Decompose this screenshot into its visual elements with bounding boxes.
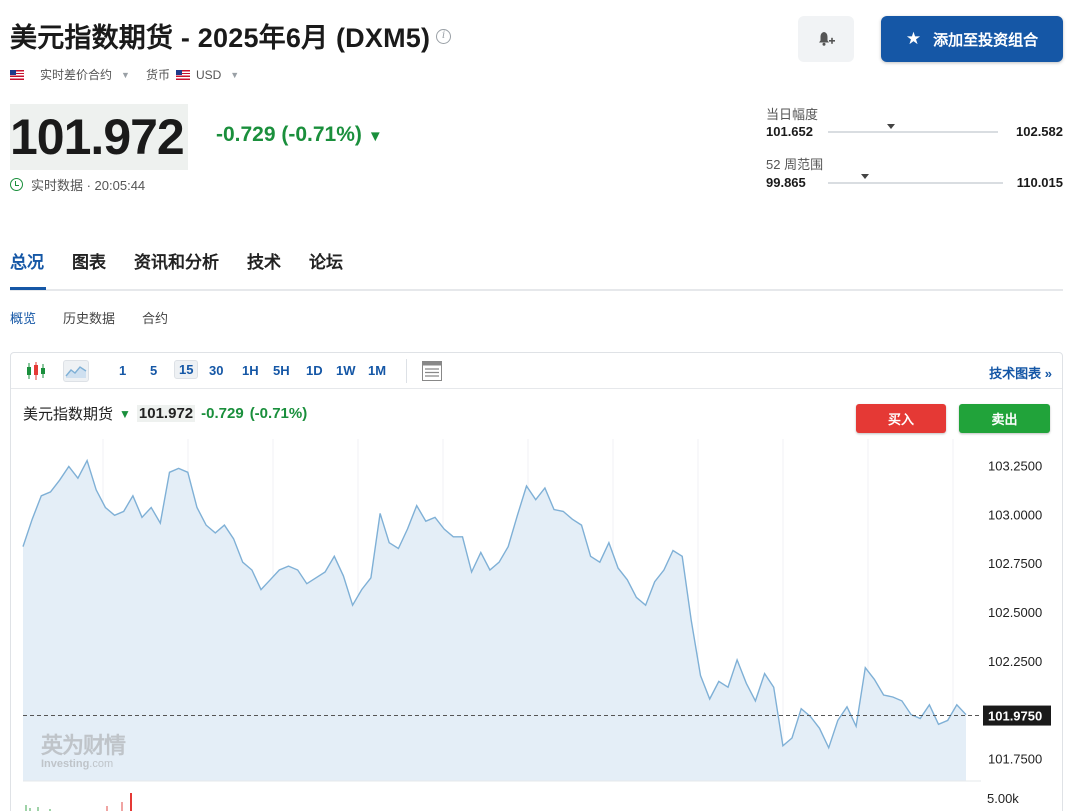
- us-flag-icon: [175, 69, 190, 80]
- add-to-portfolio-label: 添加至投资组合: [933, 31, 1039, 49]
- week52-range-label: 52 周范围: [766, 157, 824, 172]
- week52-high: 110.015: [1016, 175, 1063, 190]
- clock-icon: [10, 178, 23, 191]
- legend-percent: (-0.71%): [249, 405, 308, 422]
- day-low: 101.652: [766, 124, 813, 139]
- y-tick-label: 102.2500: [988, 654, 1042, 669]
- star-icon: ★: [905, 29, 922, 48]
- day-range-bar: [828, 131, 998, 133]
- volume-bar: [106, 806, 108, 811]
- tab-chart[interactable]: 图表: [72, 248, 106, 283]
- quote-time: 实时数据 · 20:05:44: [10, 175, 145, 194]
- currency-label: 货币: [145, 68, 170, 82]
- y-tick-label: 102.5000: [988, 605, 1042, 620]
- contract-type-dropdown[interactable]: 实时差价合约: [40, 66, 112, 83]
- legend-instrument-name: 美元指数期货: [23, 406, 114, 423]
- volume-axis-label: 5.00k: [987, 791, 1019, 806]
- svg-text:英为财情: 英为财情: [41, 733, 126, 758]
- buy-button[interactable]: 买入: [856, 404, 946, 433]
- week52-low: 99.865: [766, 175, 806, 190]
- subtab-summary[interactable]: 概览: [10, 308, 36, 327]
- tab-news-analysis[interactable]: 资讯和分析: [134, 248, 219, 283]
- price-change: -0.729 (-0.71%) ▼: [216, 123, 383, 146]
- bell-plus-icon: [819, 32, 835, 46]
- quote-time-label: 实时数据 · 20:05:44: [31, 178, 146, 193]
- contract-meta: 实时差价合约 ▼ 货币 USD ▼: [10, 66, 239, 83]
- current-price-label: 101.9750: [988, 709, 1042, 724]
- price-alert-button[interactable]: [798, 16, 854, 62]
- price-chart-widget: 1 5 15 30 1H 5H 1D 1W 1M 技术图表 » 103.2500…: [10, 352, 1063, 811]
- us-flag-icon: [10, 69, 24, 80]
- volume-bars: [25, 793, 132, 811]
- info-icon[interactable]: i: [436, 29, 452, 45]
- chevron-down-icon[interactable]: ▼: [121, 70, 130, 80]
- main-tabs: 总况 图表 资讯和分析 技术 论坛: [10, 248, 371, 283]
- tabs-divider: [10, 289, 1063, 291]
- subtab-contracts[interactable]: 合约: [142, 308, 168, 327]
- week52-range-marker: [860, 174, 869, 179]
- sell-button[interactable]: 卖出: [959, 404, 1050, 433]
- svg-text:Investing.com: Investing.com: [41, 758, 113, 770]
- volume-bar: [130, 793, 132, 811]
- y-tick-label: 101.7500: [988, 752, 1042, 767]
- volume-bar: [37, 807, 39, 811]
- down-arrow-icon: ▼: [367, 128, 383, 145]
- page-title: 美元指数期货 - 2025年6月 (DXM5) i: [10, 16, 452, 55]
- tab-forum[interactable]: 论坛: [309, 248, 343, 283]
- volume-bar: [121, 802, 123, 811]
- currency-dropdown[interactable]: USD: [196, 68, 221, 82]
- y-tick-label: 103.0000: [988, 507, 1042, 522]
- chevron-down-icon[interactable]: ▼: [230, 70, 239, 80]
- subtab-historical-data[interactable]: 历史数据: [63, 308, 115, 327]
- price-area: [23, 460, 966, 781]
- tab-technical[interactable]: 技术: [247, 248, 281, 283]
- tab-overview[interactable]: 总况: [10, 248, 44, 283]
- add-to-portfolio-button[interactable]: ★ 添加至投资组合: [881, 16, 1063, 62]
- legend-price: 101.972: [136, 405, 196, 422]
- day-high: 102.582: [1016, 124, 1063, 139]
- day-range-marker: [886, 124, 895, 129]
- y-tick-label: 103.2500: [988, 458, 1042, 473]
- sub-tabs: 概览 历史数据 合约: [10, 308, 168, 327]
- down-arrow-icon: ▼: [119, 406, 131, 421]
- volume-bar: [25, 805, 27, 811]
- day-range-label: 当日幅度: [766, 107, 819, 122]
- y-tick-label: 102.7500: [988, 556, 1042, 571]
- week52-range-bar: [828, 182, 1003, 184]
- active-tab-indicator: [10, 287, 46, 290]
- legend-change: -0.729: [201, 405, 244, 422]
- last-price: 101.972: [10, 109, 185, 165]
- chart-legend: 美元指数期货 ▼ 101.972 -0.729 (-0.71%): [23, 403, 307, 424]
